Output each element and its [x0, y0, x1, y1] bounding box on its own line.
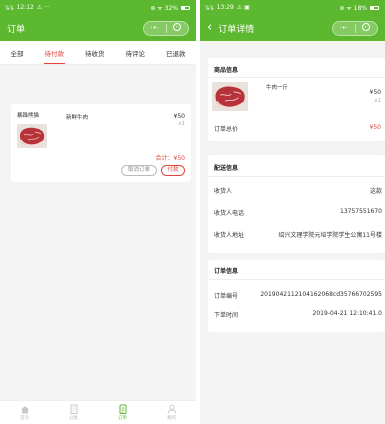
more-menu-icon[interactable]: ·•·	[333, 22, 355, 35]
section-title: 商品信息	[214, 67, 239, 74]
tabbar-orders[interactable]: 订单	[108, 404, 138, 421]
tabbar-category[interactable]: 分类	[59, 404, 89, 421]
tabbar-label: 首页	[20, 415, 29, 421]
pay-button[interactable]: 付款	[161, 165, 185, 176]
more-menu-icon[interactable]: ·•·	[144, 22, 166, 35]
tabbar-profile[interactable]: 我的	[157, 404, 187, 421]
nav-bar: ‹ 订单详情 ·•·	[200, 15, 385, 41]
product-quantity: x1	[178, 121, 185, 127]
receiver-label: 收货人	[214, 188, 233, 195]
divider	[208, 77, 385, 78]
status-extra: ⚠ ···	[36, 4, 50, 11]
status-time: 12:12	[16, 4, 34, 11]
receiver-phone-label: 收货人电话	[214, 210, 245, 217]
building-icon	[70, 404, 77, 414]
order-number-label: 订单编号	[214, 293, 239, 300]
cancel-order-button[interactable]: 取消订单	[121, 165, 157, 176]
order-time-value: 2019-04-21 12:10:41.0	[312, 310, 382, 317]
home-icon	[20, 405, 29, 413]
order-detail-screen: ᪻ᵴ ᪻ᵴ 13:29 ⚠ ▣ ⊛ ᯤ 18% ‹ 订单详情 ·•· 商品信息	[200, 0, 385, 424]
beef-thumbnail	[17, 124, 47, 148]
page-title: 订单详情	[218, 24, 255, 35]
section-title: 订单信息	[214, 268, 239, 275]
tabbar-label: 订单	[118, 416, 127, 421]
tabbar-label: 我的	[167, 416, 176, 421]
receiver-address-label: 收货人地址	[214, 232, 245, 239]
status-bar: ᪻ᵴ ᪻ᵴ 13:29 ⚠ ▣ ⊛ ᯤ 18%	[200, 0, 385, 15]
tab-refunded[interactable]: 已退款	[165, 42, 187, 64]
tab-pending-receipt[interactable]: 待收货	[84, 42, 106, 64]
page-title: 订单	[7, 24, 26, 35]
nav-bar: 订单 ·•·	[0, 15, 196, 41]
status-time: 13:29	[216, 4, 234, 11]
back-button[interactable]: ‹	[207, 21, 212, 34]
tabbar-label: 分类	[69, 416, 78, 421]
shop-name: 暴躁熊猫	[17, 113, 40, 119]
divider	[208, 176, 385, 177]
section-title: 配送信息	[214, 165, 239, 172]
tabbar-home[interactable]: 首页	[10, 405, 40, 421]
product-info-section: 商品信息 牛肉一斤 ¥50 x1 订单总价 ¥50	[208, 58, 385, 141]
status-extra: ⚠ ▣	[236, 4, 250, 11]
order-total-value: ¥50	[369, 124, 381, 131]
product-price: ¥50	[173, 113, 185, 120]
order-info-section: 订单信息 订单编号 2019042112104162068cd357667025…	[208, 260, 385, 332]
beef-thumbnail	[211, 82, 249, 111]
signal-indicator: ᪻ᵴ ᪻ᵴ	[206, 4, 214, 12]
close-miniprogram-button[interactable]	[167, 22, 189, 35]
tab-pending-review[interactable]: 待评论	[125, 42, 147, 64]
product-name: 牛肉一斤	[266, 85, 289, 91]
bottom-tab-bar: 首页 分类 订单 我的	[0, 400, 196, 424]
close-miniprogram-button[interactable]	[356, 22, 378, 35]
order-number-value: 2019042112104162068cd35766702595	[260, 291, 382, 298]
product-name: 新鲜牛肉	[66, 115, 89, 121]
screenshot-pair: ᪻ᵴ ᪻ᵴ 12:12 ⚠ ··· ⊛ ᯤ 32% 订单 ·•· 全部 待付款 …	[0, 0, 385, 424]
product-price: ¥50	[369, 89, 381, 96]
order-card[interactable]: 暴躁熊猫 新鲜牛肉 ¥50 x1 合计：¥50 取消订单 付款	[11, 104, 191, 182]
order-total: 合计：¥50	[155, 155, 185, 162]
delivery-info-section: 配送信息 收货人 这款 收货人电话 13757551670 收货人地址 绍兴文理…	[208, 155, 385, 253]
divider	[208, 279, 385, 280]
tab-all[interactable]: 全部	[10, 42, 25, 64]
target-icon	[173, 22, 182, 31]
receiver-address-value: 绍兴文理学院元培学院学生公寓11号楼	[278, 232, 382, 239]
mini-program-capsule: ·•·	[143, 20, 189, 36]
signal-indicator: ᪻ᵴ ᪻ᵴ	[6, 4, 14, 12]
user-icon	[167, 404, 176, 414]
order-icon	[119, 404, 126, 414]
order-status-tabs: 全部 待付款 待收货 待评论 已退款	[0, 41, 196, 65]
product-quantity: x1	[374, 98, 381, 104]
tab-pending-payment[interactable]: 待付款	[43, 42, 66, 64]
status-bar: ᪻ᵴ ᪻ᵴ 12:12 ⚠ ··· ⊛ ᯤ 32%	[0, 0, 196, 15]
receiver-value: 这款	[369, 188, 382, 195]
order-total-label: 订单总价	[214, 126, 239, 133]
mini-program-capsule: ·•·	[332, 20, 378, 36]
receiver-phone-value: 13757551670	[340, 208, 382, 215]
battery-icon	[370, 5, 379, 10]
status-icons: ⊛ ᯤ 18%	[339, 4, 367, 12]
status-icons: ⊛ ᯤ 32%	[150, 4, 178, 12]
order-list-screen: ᪻ᵴ ᪻ᵴ 12:12 ⚠ ··· ⊛ ᯤ 32% 订单 ·•· 全部 待付款 …	[0, 0, 196, 424]
target-icon	[362, 22, 371, 31]
order-time-label: 下单时间	[214, 312, 239, 319]
battery-icon	[181, 5, 190, 10]
